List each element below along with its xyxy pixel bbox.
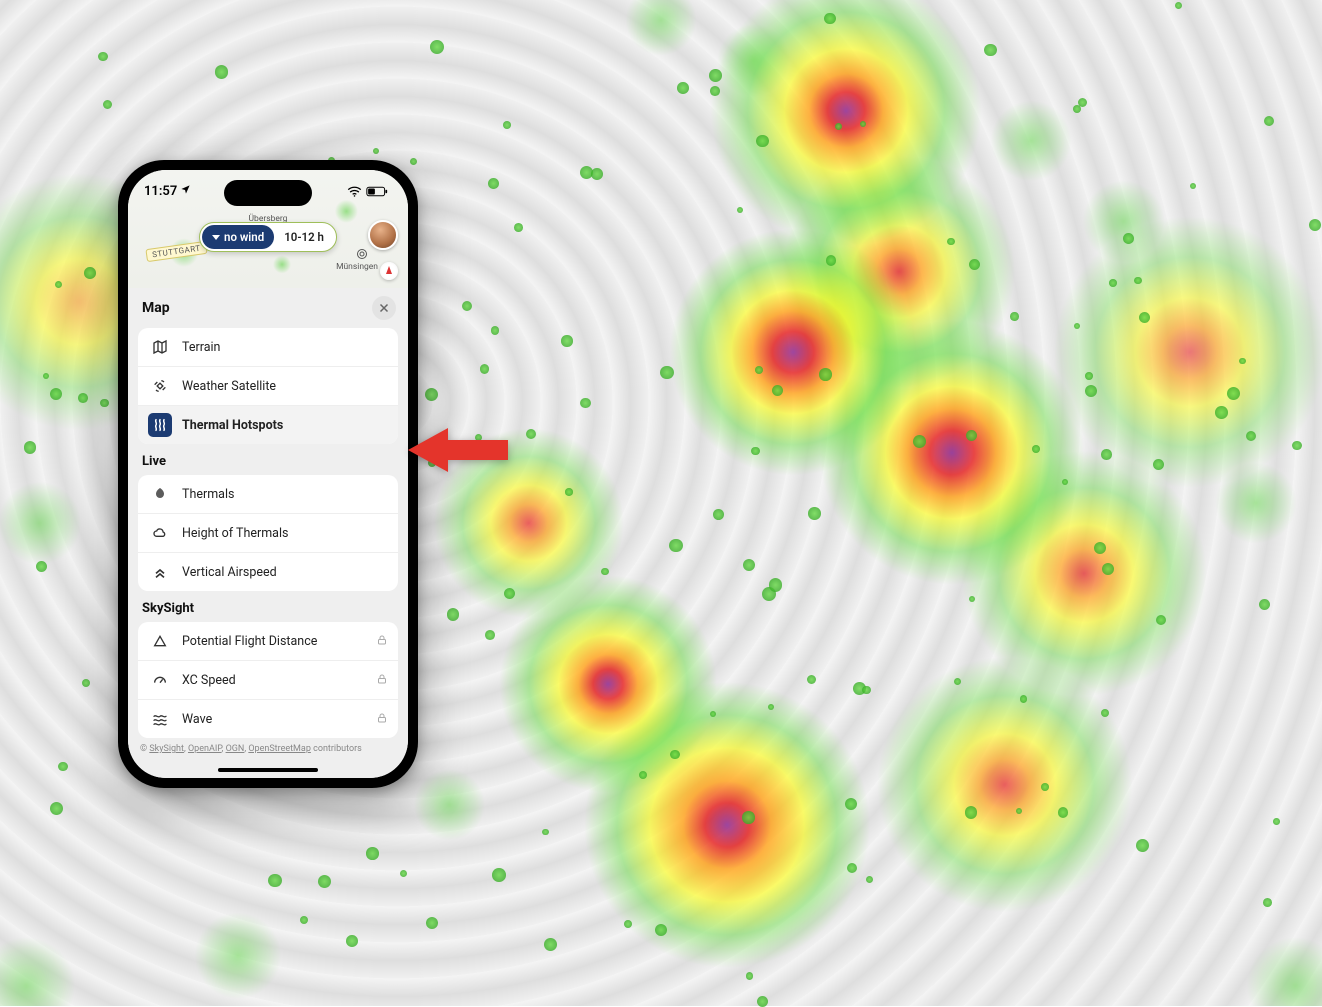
lock-icon <box>376 712 388 727</box>
wind-chip-label: no wind <box>224 230 264 244</box>
attribution-link-openaip[interactable]: OpenAIP <box>188 744 222 754</box>
triangle-icon <box>148 629 172 653</box>
thermal-blob-icon <box>148 482 172 506</box>
wind-chip[interactable]: no wind <box>202 225 274 249</box>
row-thermals-label: Thermals <box>182 487 388 502</box>
close-button[interactable] <box>372 296 396 320</box>
callout-arrow-icon <box>408 422 508 478</box>
row-vertical-airspeed-label: Vertical Airspeed <box>182 565 388 580</box>
poi-icon <box>356 248 368 263</box>
attribution-link-skysight[interactable]: SkySight <box>149 744 184 754</box>
phone-frame: 11:57 Übersberg STUTTGART Münsingen <box>118 160 418 788</box>
lock-icon <box>376 634 388 649</box>
dynamic-island <box>224 180 312 206</box>
row-vertical-airspeed[interactable]: Vertical Airspeed <box>138 552 398 591</box>
map-label-munsingen: Münsingen <box>336 262 378 272</box>
sheet-title: Map <box>142 300 170 316</box>
home-indicator <box>218 768 318 772</box>
wave-icon <box>148 707 172 731</box>
chevrons-up-icon <box>148 560 172 584</box>
phone-screen: 11:57 Übersberg STUTTGART Münsingen <box>128 170 408 778</box>
time-range-chip[interactable]: 10-12 h <box>274 225 334 249</box>
chevron-down-icon <box>212 235 220 240</box>
location-arrow-icon <box>180 184 191 199</box>
row-xc-speed[interactable]: XC Speed <box>138 660 398 699</box>
gauge-icon <box>148 668 172 692</box>
attribution: © SkySight, OpenAIP, OGN, OpenStreetMap … <box>128 738 408 768</box>
cloud-icon <box>148 521 172 545</box>
avatar[interactable] <box>368 220 398 250</box>
attribution-prefix: © <box>140 744 149 754</box>
map-icon <box>148 335 172 359</box>
section-live-card: Thermals Height of Thermals Vertical Air… <box>138 475 398 591</box>
attribution-link-ogn[interactable]: OGN <box>226 744 245 754</box>
row-weather-satellite-label: Weather Satellite <box>182 379 388 394</box>
layers-sheet: Map Terrain Weather Satellite <box>128 288 408 778</box>
filter-chips: no wind 10-12 h <box>199 222 337 252</box>
row-weather-satellite[interactable]: Weather Satellite <box>138 366 398 405</box>
section-map-card: Terrain Weather Satellite Thermal Hotspo… <box>138 328 398 444</box>
compass-icon[interactable] <box>380 262 398 280</box>
section-live-title: Live <box>128 444 408 475</box>
row-potential-flight-distance[interactable]: Potential Flight Distance <box>138 622 398 660</box>
row-pfd-label: Potential Flight Distance <box>182 634 366 649</box>
row-terrain[interactable]: Terrain <box>138 328 398 366</box>
row-wave[interactable]: Wave <box>138 699 398 738</box>
clock: 11:57 <box>144 184 177 199</box>
row-thermal-hotspots[interactable]: Thermal Hotspots <box>138 405 398 444</box>
row-wave-label: Wave <box>182 712 366 727</box>
row-thermals[interactable]: Thermals <box>138 475 398 513</box>
map-label-stuttgart: STUTTGART <box>145 241 207 262</box>
satellite-icon <box>148 374 172 398</box>
attribution-link-osm[interactable]: OpenStreetMap <box>248 744 311 754</box>
attribution-suffix: contributors <box>311 744 362 754</box>
row-xc-speed-label: XC Speed <box>182 673 366 688</box>
row-thermal-hotspots-label: Thermal Hotspots <box>182 418 388 433</box>
wifi-icon <box>347 186 362 197</box>
row-terrain-label: Terrain <box>182 340 388 355</box>
row-height-of-thermals-label: Height of Thermals <box>182 526 388 541</box>
time-range-label: 10-12 h <box>284 230 324 244</box>
lock-icon <box>376 673 388 688</box>
section-skysight-card: Potential Flight Distance XC Speed <box>138 622 398 738</box>
section-skysight-title: SkySight <box>128 591 408 622</box>
row-height-of-thermals[interactable]: Height of Thermals <box>138 513 398 552</box>
heat-icon <box>148 413 172 437</box>
battery-icon <box>366 186 388 197</box>
